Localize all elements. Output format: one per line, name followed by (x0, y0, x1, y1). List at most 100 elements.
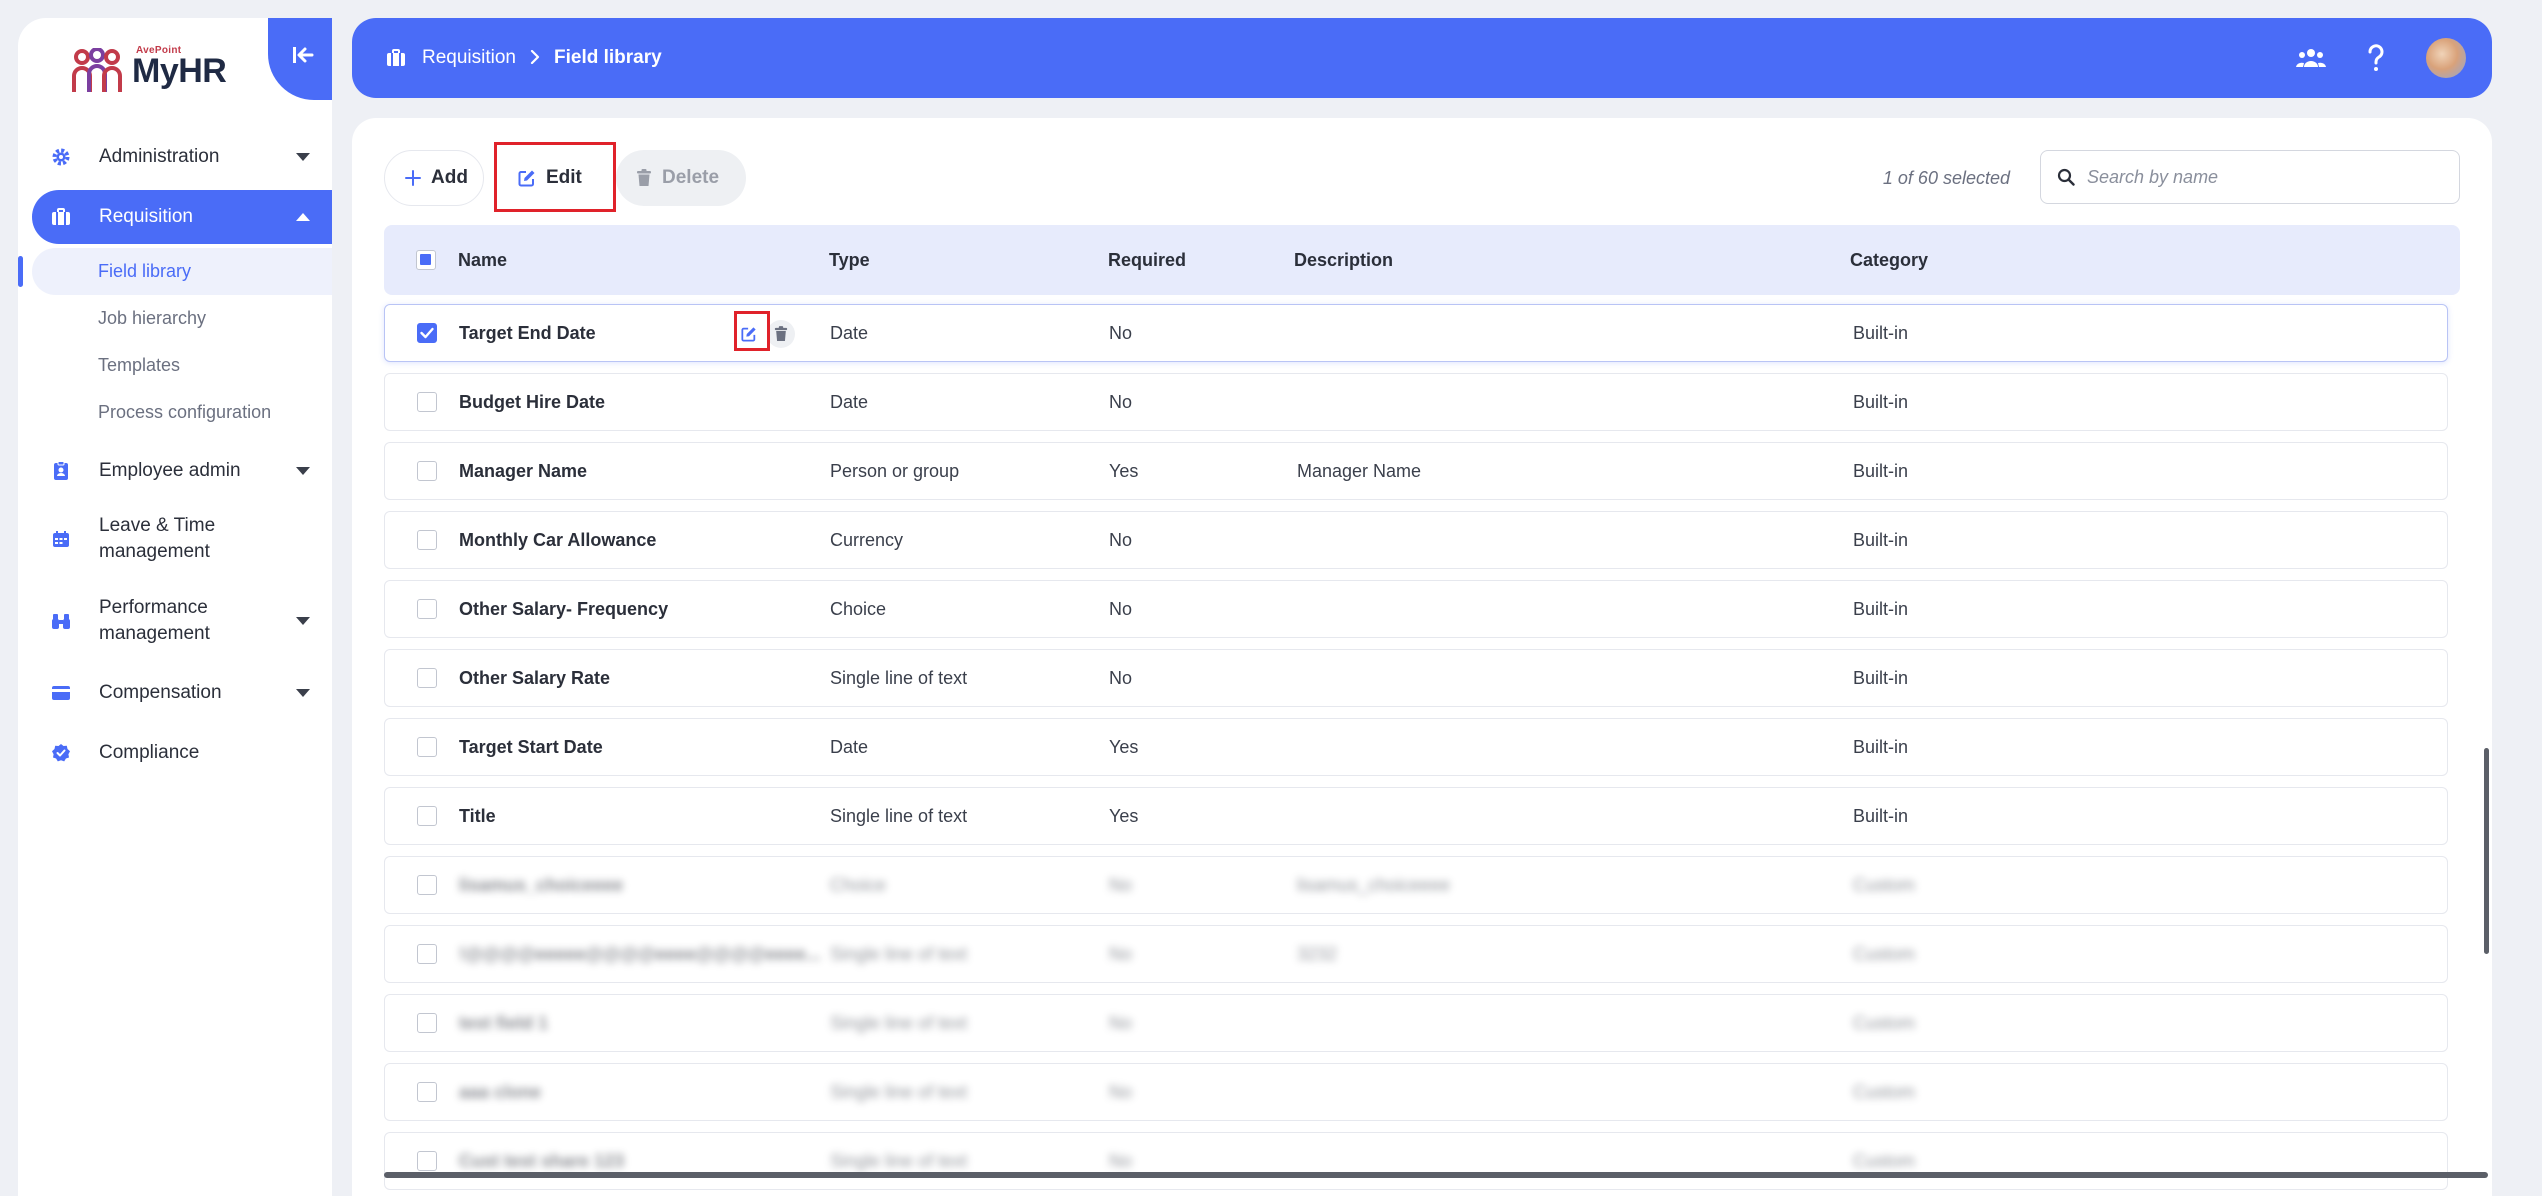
cell-required: Yes (1109, 736, 1139, 757)
table-header: Name Type Required Description Category (384, 225, 2460, 295)
row-checkbox[interactable] (417, 599, 437, 619)
breadcrumb-root-link[interactable]: Requisition (422, 47, 516, 69)
cell-required: No (1109, 667, 1133, 688)
sidebar-item-leave-time[interactable]: Leave & Time management (18, 498, 332, 580)
table-row[interactable]: Other Salary- Frequency Choice No Built-… (384, 580, 2448, 638)
sidebar-item-label: Performance management (99, 597, 210, 644)
users-icon[interactable] (2296, 47, 2326, 69)
cell-type: Choice (830, 598, 887, 619)
vertical-scrollbar[interactable] (2484, 748, 2489, 954)
table-row[interactable]: Budget Hire Date Date No Built-in (384, 373, 2448, 431)
edit-button[interactable]: Edit (498, 150, 602, 206)
cell-category: Custom (1853, 1012, 1916, 1033)
row-checkbox[interactable] (417, 875, 437, 895)
cell-category: Custom (1853, 874, 1916, 895)
table-row[interactable]: Cust test share 123 Single line of text … (384, 1132, 2448, 1190)
table-row[interactable]: Target End Date Date No Built-in (384, 304, 2448, 362)
row-checkbox[interactable] (417, 1082, 437, 1102)
table-row[interactable]: !@@@@eeeee@@@@eeee@@@@eeee... Single lin… (384, 925, 2448, 983)
row-checkbox[interactable] (417, 668, 437, 688)
sidebar-subitem-label: Field library (98, 261, 192, 281)
row-edit-button[interactable] (735, 320, 763, 348)
search-box[interactable] (2040, 150, 2460, 204)
cell-type: Choice (830, 874, 887, 895)
cell-required: No (1109, 874, 1133, 895)
add-button[interactable]: Add (384, 150, 484, 206)
cell-category: Built-in (1853, 391, 1909, 412)
cell-type: Person or group (830, 460, 960, 481)
gear-icon (50, 146, 72, 168)
row-checkbox[interactable] (417, 1151, 437, 1171)
app-logo[interactable]: AvePoint MyHR (70, 36, 227, 106)
chevron-down-icon (296, 689, 310, 697)
row-checkbox[interactable] (417, 530, 437, 550)
table-row[interactable]: aaa clone Single line of text No Custom (384, 1063, 2448, 1121)
sidebar-item-employee-admin[interactable]: Employee admin (18, 444, 332, 498)
row-checkbox[interactable] (417, 323, 437, 343)
select-all-checkbox[interactable] (416, 250, 436, 270)
table-row[interactable]: Manager Name Person or group Yes Manager… (384, 442, 2448, 500)
header-actions (2256, 18, 2466, 98)
badge-check-icon (50, 742, 72, 764)
cell-type: Single line of text (830, 1081, 968, 1102)
calendar-icon (50, 528, 72, 550)
column-header-required[interactable]: Required (1108, 225, 1186, 295)
row-checkbox[interactable] (417, 944, 437, 964)
horizontal-scrollbar[interactable] (384, 1172, 2488, 1178)
user-avatar[interactable] (2426, 38, 2466, 78)
cell-category: Built-in (1853, 805, 1909, 826)
edit-icon (518, 169, 536, 187)
cell-category: Built-in (1853, 598, 1909, 619)
cell-required: No (1109, 1012, 1133, 1033)
row-delete-button[interactable] (767, 320, 795, 348)
binoculars-icon (50, 610, 72, 632)
sidebar-subitem-label: Templates (98, 355, 181, 375)
column-header-category[interactable]: Category (1850, 225, 1928, 295)
delete-button[interactable]: Delete (616, 150, 746, 206)
sidebar-subitem-templates[interactable]: Templates (18, 342, 332, 389)
search-input[interactable] (2085, 165, 2449, 189)
sidebar-item-compensation[interactable]: Compensation (18, 666, 332, 720)
cell-name: Cust test share 123 (459, 1150, 625, 1171)
sidebar-item-label: Administration (99, 146, 220, 167)
chevron-down-icon (296, 153, 310, 161)
table-row[interactable]: test field 1 Single line of text No Cust… (384, 994, 2448, 1052)
row-checkbox[interactable] (417, 392, 437, 412)
sidebar-subitem-job-hierarchy[interactable]: Job hierarchy (18, 295, 332, 342)
cell-required: No (1109, 1081, 1133, 1102)
sidebar-item-requisition[interactable]: Requisition (32, 190, 332, 244)
cell-type: Single line of text (830, 805, 968, 826)
cell-name: Monthly Car Allowance (459, 529, 657, 550)
table-row[interactable]: Other Salary Rate Single line of text No… (384, 649, 2448, 707)
column-header-description[interactable]: Description (1294, 225, 1393, 295)
sidebar-item-administration[interactable]: Administration (18, 130, 332, 184)
plus-icon (405, 170, 421, 186)
sidebar-subitem-process-configuration[interactable]: Process configuration (18, 389, 332, 436)
table-row[interactable]: lisamus_choiceeee Choice No lisamus_choi… (384, 856, 2448, 914)
credit-card-icon (50, 682, 72, 704)
row-checkbox[interactable] (417, 1013, 437, 1033)
column-header-type[interactable]: Type (829, 225, 870, 295)
sidebar-subitem-field-library[interactable]: Field library (18, 248, 332, 295)
cell-type: Single line of text (830, 667, 968, 688)
column-header-name[interactable]: Name (458, 225, 507, 295)
help-icon[interactable] (2366, 43, 2386, 73)
collapse-sidebar-button[interactable] (268, 18, 332, 100)
row-checkbox[interactable] (417, 461, 437, 481)
logo-brand-name: MyHR (132, 52, 227, 90)
main-content: Add Edit Delete 1 of 60 selected Name Ty… (352, 118, 2492, 1196)
cell-type: Single line of text (830, 1012, 968, 1033)
table-row[interactable]: Title Single line of text Yes Built-in (384, 787, 2448, 845)
cell-name: Other Salary Rate (459, 667, 611, 688)
sidebar-item-compliance[interactable]: Compliance (18, 726, 332, 780)
edit-icon (741, 327, 756, 342)
table-row[interactable]: Target Start Date Date Yes Built-in (384, 718, 2448, 776)
table-row[interactable]: Monthly Car Allowance Currency No Built-… (384, 511, 2448, 569)
checkmark-icon (420, 327, 434, 339)
cell-category: Built-in (1853, 736, 1909, 757)
row-checkbox[interactable] (417, 737, 437, 757)
row-checkbox[interactable] (417, 806, 437, 826)
sidebar-item-performance[interactable]: Performance management (18, 580, 332, 662)
cell-name: Budget Hire Date (459, 391, 606, 412)
chevron-down-icon (296, 467, 310, 475)
